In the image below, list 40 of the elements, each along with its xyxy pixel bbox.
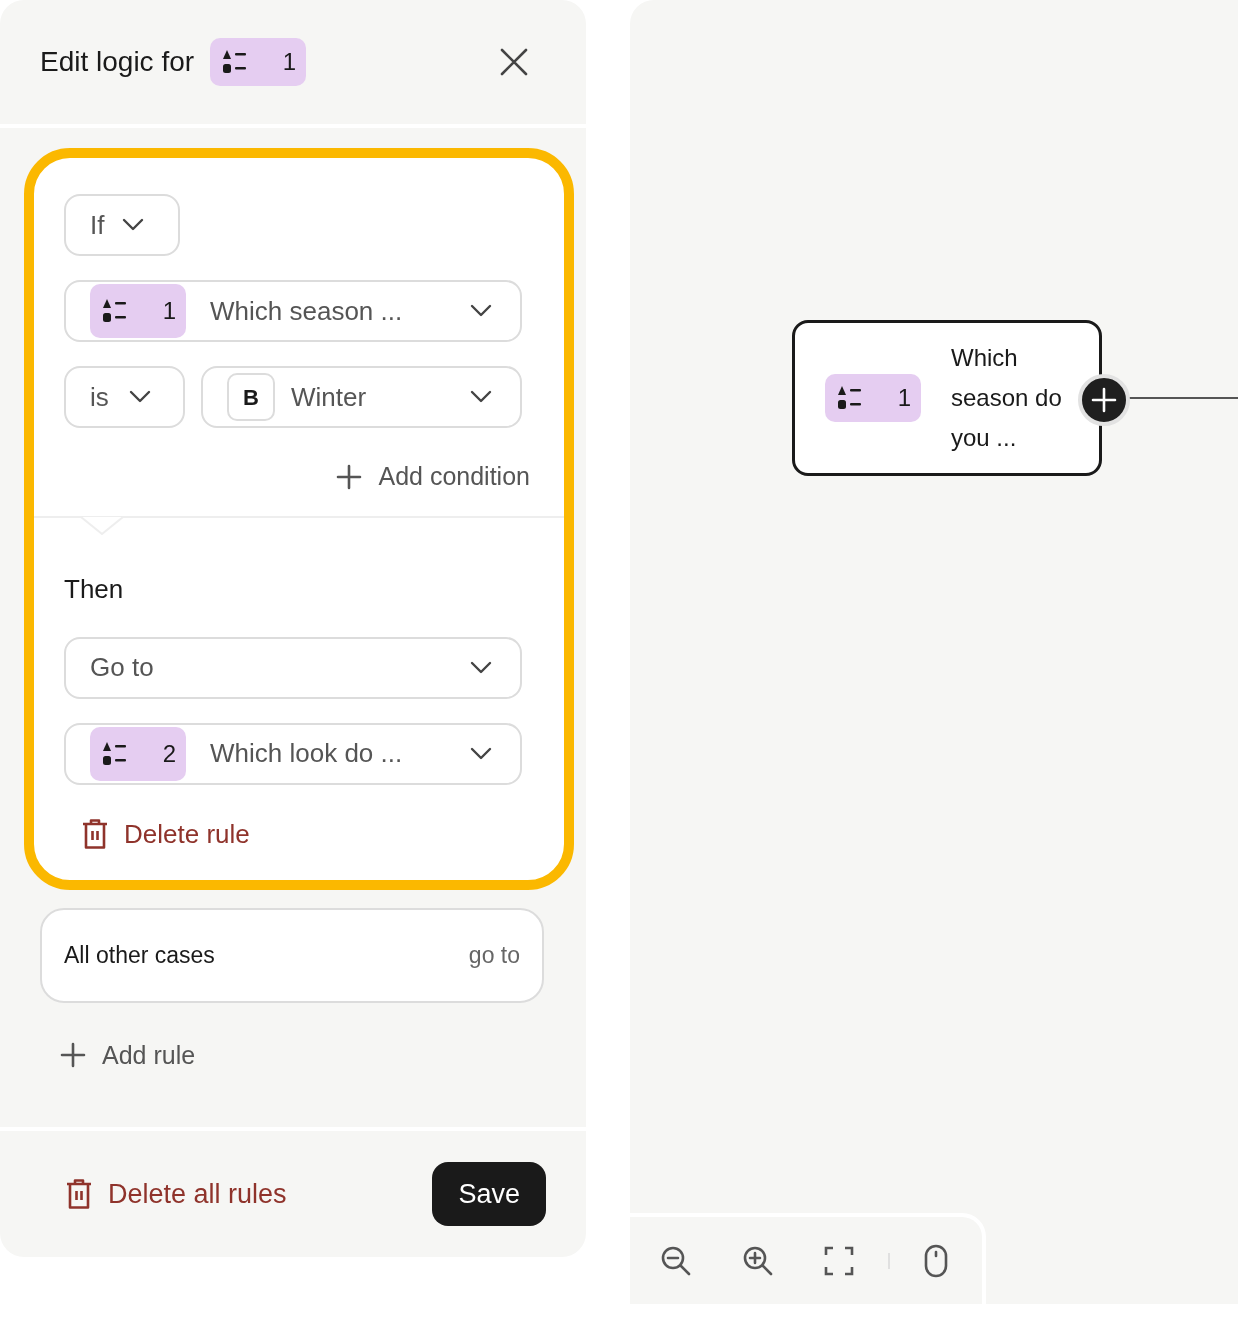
if-dropdown[interactable]: If — [64, 194, 180, 256]
panel-title: Edit logic for — [40, 45, 195, 79]
close-button[interactable] — [498, 46, 530, 78]
chevron-down-icon — [470, 390, 492, 404]
chevron-down-icon — [470, 746, 492, 761]
question-node[interactable]: 1 Which season do you ... — [792, 320, 1102, 476]
add-node-button[interactable] — [1078, 374, 1130, 426]
plus-icon — [1091, 387, 1117, 413]
add-condition-button[interactable]: Add condition — [336, 458, 530, 496]
target-question-dropdown[interactable]: 2 Which look do ... — [64, 722, 522, 785]
question-badge: 1 — [90, 284, 186, 338]
question-dropdown[interactable]: 1 Which season ... — [64, 280, 522, 342]
answer-key: B — [227, 373, 275, 421]
question-badge: 1 — [210, 38, 307, 86]
trash-icon — [80, 818, 110, 850]
zoom-out-icon[interactable] — [660, 1244, 692, 1277]
close-icon — [500, 48, 528, 76]
delete-rule-button[interactable]: Delete rule — [80, 814, 250, 854]
plus-icon — [336, 463, 363, 490]
add-rule-button[interactable]: Add rule — [60, 1036, 196, 1074]
other-cases-action: go to — [468, 940, 520, 970]
delete-all-rules-button[interactable]: Delete all rules — [64, 1173, 287, 1215]
plus-icon — [60, 1042, 86, 1069]
chevron-down-icon — [470, 304, 492, 318]
node-text: Which season do you ... — [951, 343, 1063, 453]
trash-icon — [64, 1178, 94, 1210]
question-badge: 1 — [825, 374, 921, 422]
chevron-down-icon — [470, 660, 492, 675]
answer-dropdown[interactable]: B Winter — [201, 366, 522, 428]
mouse-icon[interactable] — [924, 1243, 948, 1278]
operator-dropdown[interactable]: is — [64, 366, 185, 428]
save-button[interactable]: Save — [432, 1162, 546, 1226]
fit-screen-icon[interactable] — [824, 1245, 854, 1276]
action-dropdown[interactable]: Go to — [64, 636, 522, 699]
question-badge: 2 — [90, 726, 186, 781]
other-cases-label: All other cases — [64, 940, 215, 970]
then-label: Then — [64, 572, 125, 606]
chevron-down-icon — [122, 218, 145, 232]
zoom-in-icon[interactable] — [742, 1244, 774, 1277]
chevron-down-icon — [128, 390, 151, 404]
